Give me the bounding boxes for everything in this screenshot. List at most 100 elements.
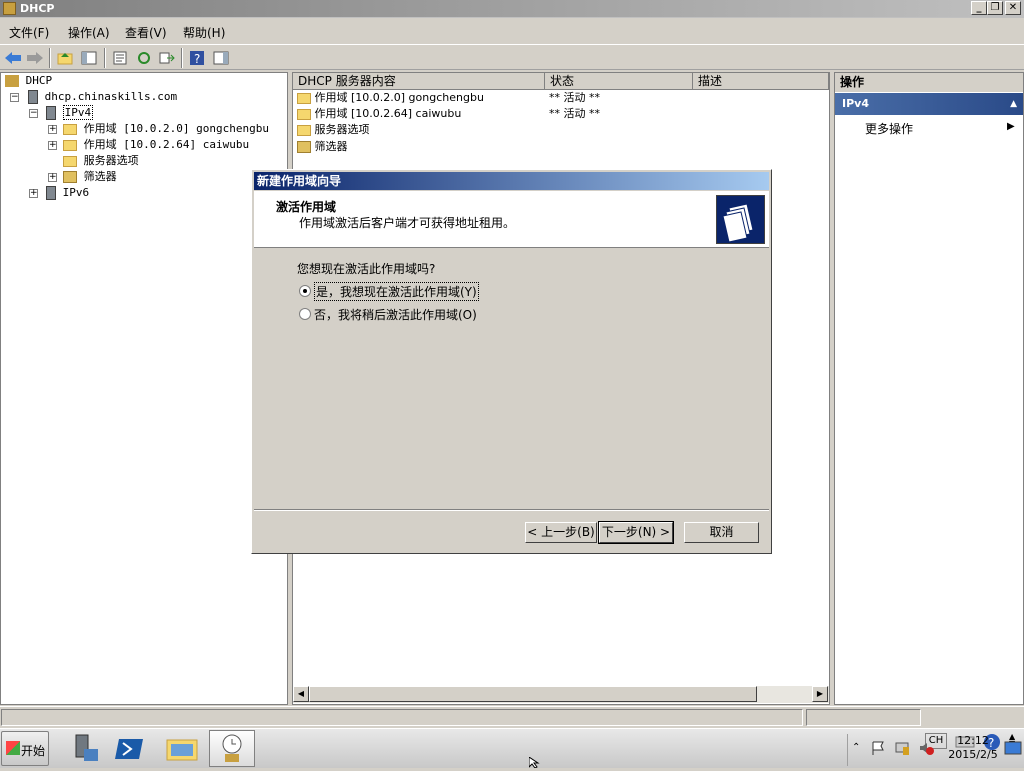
menu-bar: 文件(F) 操作(A) 查看(V) 帮助(H): [0, 20, 1024, 42]
toolbar-separator: [181, 48, 183, 68]
dhcp-taskbar-icon[interactable]: [209, 730, 255, 767]
option-activate-now-label[interactable]: 是，我想现在激活此作用域(Y): [314, 282, 479, 301]
server-manager-taskbar-icon[interactable]: [64, 731, 104, 766]
console-tree: DHCP − dhcp.chinaskills.com − IPv4 + 作用域…: [0, 72, 288, 705]
properties-icon[interactable]: [110, 48, 130, 68]
list-item[interactable]: 服务器选项: [297, 122, 370, 138]
collapse-icon[interactable]: −: [29, 109, 38, 118]
list-item-status: ** 活动 **: [549, 107, 600, 120]
horizontal-scrollbar[interactable]: ◀ ▶: [293, 686, 829, 703]
cancel-button[interactable]: 取消: [684, 522, 759, 543]
show-hidden-icons-icon[interactable]: ⌃: [852, 742, 860, 753]
toolbar-separator: [104, 48, 106, 68]
mouse-pointer-icon: [528, 756, 541, 771]
wizard-folders-icon: [716, 195, 765, 244]
tree-item-server-options[interactable]: 服务器选项: [63, 153, 139, 169]
restore-button[interactable]: ❐: [987, 1, 1003, 15]
folder-icon: [63, 139, 77, 151]
menu-help[interactable]: 帮助(H): [183, 24, 225, 41]
help-icon[interactable]: ?: [187, 48, 207, 68]
collapse-section-icon[interactable]: ▲: [1010, 93, 1017, 115]
scroll-right-icon[interactable]: ▶: [812, 686, 828, 702]
wizard-heading: 激活作用域: [276, 200, 337, 214]
forward-arrow-icon[interactable]: [25, 48, 45, 68]
expand-icon[interactable]: +: [29, 189, 38, 198]
show-hide-tree-icon[interactable]: [79, 48, 99, 68]
show-hide-action-pane-icon[interactable]: [211, 48, 231, 68]
actions-section-ipv4[interactable]: IPv4 ▲: [835, 93, 1023, 115]
tree-item-scope-gongchengbu[interactable]: 作用域 [10.0.2.0] gongchengbu: [63, 121, 269, 137]
taskbar: 开始 CH ? ▲▼ ⌃ 12:12 2015/2/5: [0, 728, 1024, 768]
toolbar-separator: [49, 48, 51, 68]
dhcp-icon: [5, 75, 19, 87]
more-actions-item[interactable]: 更多操作: [865, 120, 913, 137]
server-options-icon: [297, 124, 311, 136]
list-item[interactable]: 作用域 [10.0.2.64] caiwubu: [297, 106, 461, 122]
tree-item-filters[interactable]: 筛选器: [63, 169, 117, 185]
show-desktop-icon[interactable]: [1004, 740, 1022, 759]
option-activate-later-label[interactable]: 否，我将稍后激活此作用域(O): [314, 306, 477, 323]
window-title: DHCP: [20, 2, 55, 15]
back-arrow-icon[interactable]: [3, 48, 23, 68]
clock[interactable]: 12:12 2015/2/5: [948, 734, 998, 762]
tree-item-ipv4[interactable]: IPv4: [46, 105, 94, 121]
wizard-subheading: 作用域激活后客户端才可获得地址租用。: [299, 216, 516, 230]
radio-activate-now[interactable]: [299, 285, 311, 297]
new-scope-wizard-dialog: 新建作用域向导 激活作用域 作用域激活后客户端才可获得地址租用。 您想现在激活此…: [251, 169, 772, 554]
folder-icon: [63, 123, 77, 135]
volume-muted-icon[interactable]: [918, 740, 934, 759]
action-center-flag-icon[interactable]: [870, 740, 886, 759]
status-pane: [806, 709, 921, 726]
list-item-status: ** 活动 **: [549, 91, 600, 104]
close-button[interactable]: ✕: [1005, 1, 1021, 15]
tree-item-server[interactable]: dhcp.chinaskills.com: [28, 89, 177, 105]
activation-question: 您想现在激活此作用域吗?: [297, 262, 436, 276]
powershell-taskbar-icon[interactable]: [111, 731, 151, 766]
scroll-left-icon[interactable]: ◀: [293, 686, 309, 702]
column-header-status[interactable]: 状态: [545, 73, 693, 90]
menu-view[interactable]: 查看(V): [125, 24, 167, 41]
list-item[interactable]: 筛选器: [297, 139, 348, 155]
radio-activate-later[interactable]: [299, 308, 311, 320]
refresh-icon[interactable]: [134, 48, 154, 68]
export-list-icon[interactable]: [157, 48, 177, 68]
column-header-name[interactable]: DHCP 服务器内容: [293, 73, 545, 90]
explorer-taskbar-icon[interactable]: [162, 731, 202, 766]
ipv6-icon: [46, 186, 56, 200]
tree-item-ipv6[interactable]: IPv6: [46, 185, 89, 201]
menu-action[interactable]: 操作(A): [68, 24, 110, 41]
status-pane: [1, 709, 803, 726]
submenu-arrow-icon: ▶: [1007, 121, 1015, 132]
expand-icon[interactable]: +: [48, 125, 57, 134]
column-header-description[interactable]: 描述: [693, 73, 829, 90]
filter-icon: [63, 171, 77, 183]
folder-icon: [297, 92, 311, 104]
tree-item-scope-caiwubu[interactable]: 作用域 [10.0.2.64] caiwubu: [63, 137, 249, 153]
wizard-header: 激活作用域 作用域激活后客户端才可获得地址租用。: [254, 191, 769, 248]
ipv4-icon: [46, 106, 56, 120]
start-button[interactable]: 开始: [1, 731, 49, 766]
next-button[interactable]: 下一步(N) >: [598, 521, 674, 544]
list-item[interactable]: 作用域 [10.0.2.0] gongchengbu: [297, 90, 484, 106]
radio-dot: [303, 289, 307, 293]
back-button[interactable]: < 上一步(B): [525, 522, 597, 543]
scrollbar-thumb[interactable]: [309, 686, 757, 702]
toolbar: ?: [0, 44, 1024, 70]
svg-text:?: ?: [194, 52, 200, 66]
server-icon: [28, 90, 38, 104]
tree-item-dhcp[interactable]: DHCP: [5, 73, 52, 89]
expand-icon[interactable]: +: [48, 173, 57, 182]
expand-icon[interactable]: +: [48, 141, 57, 150]
menu-file[interactable]: 文件(F): [9, 24, 49, 41]
dhcp-app-icon: [3, 2, 16, 15]
folder-icon: [297, 108, 311, 120]
dialog-divider: [254, 509, 769, 511]
up-folder-icon[interactable]: [55, 48, 75, 68]
window-titlebar: DHCP _ ❐ ✕: [0, 0, 1024, 18]
minimize-button[interactable]: _: [971, 1, 987, 15]
collapse-icon[interactable]: −: [10, 93, 19, 102]
filter-icon: [297, 141, 311, 153]
status-bar: [0, 706, 1024, 728]
server-options-icon: [63, 155, 77, 167]
network-icon[interactable]: [894, 740, 910, 759]
